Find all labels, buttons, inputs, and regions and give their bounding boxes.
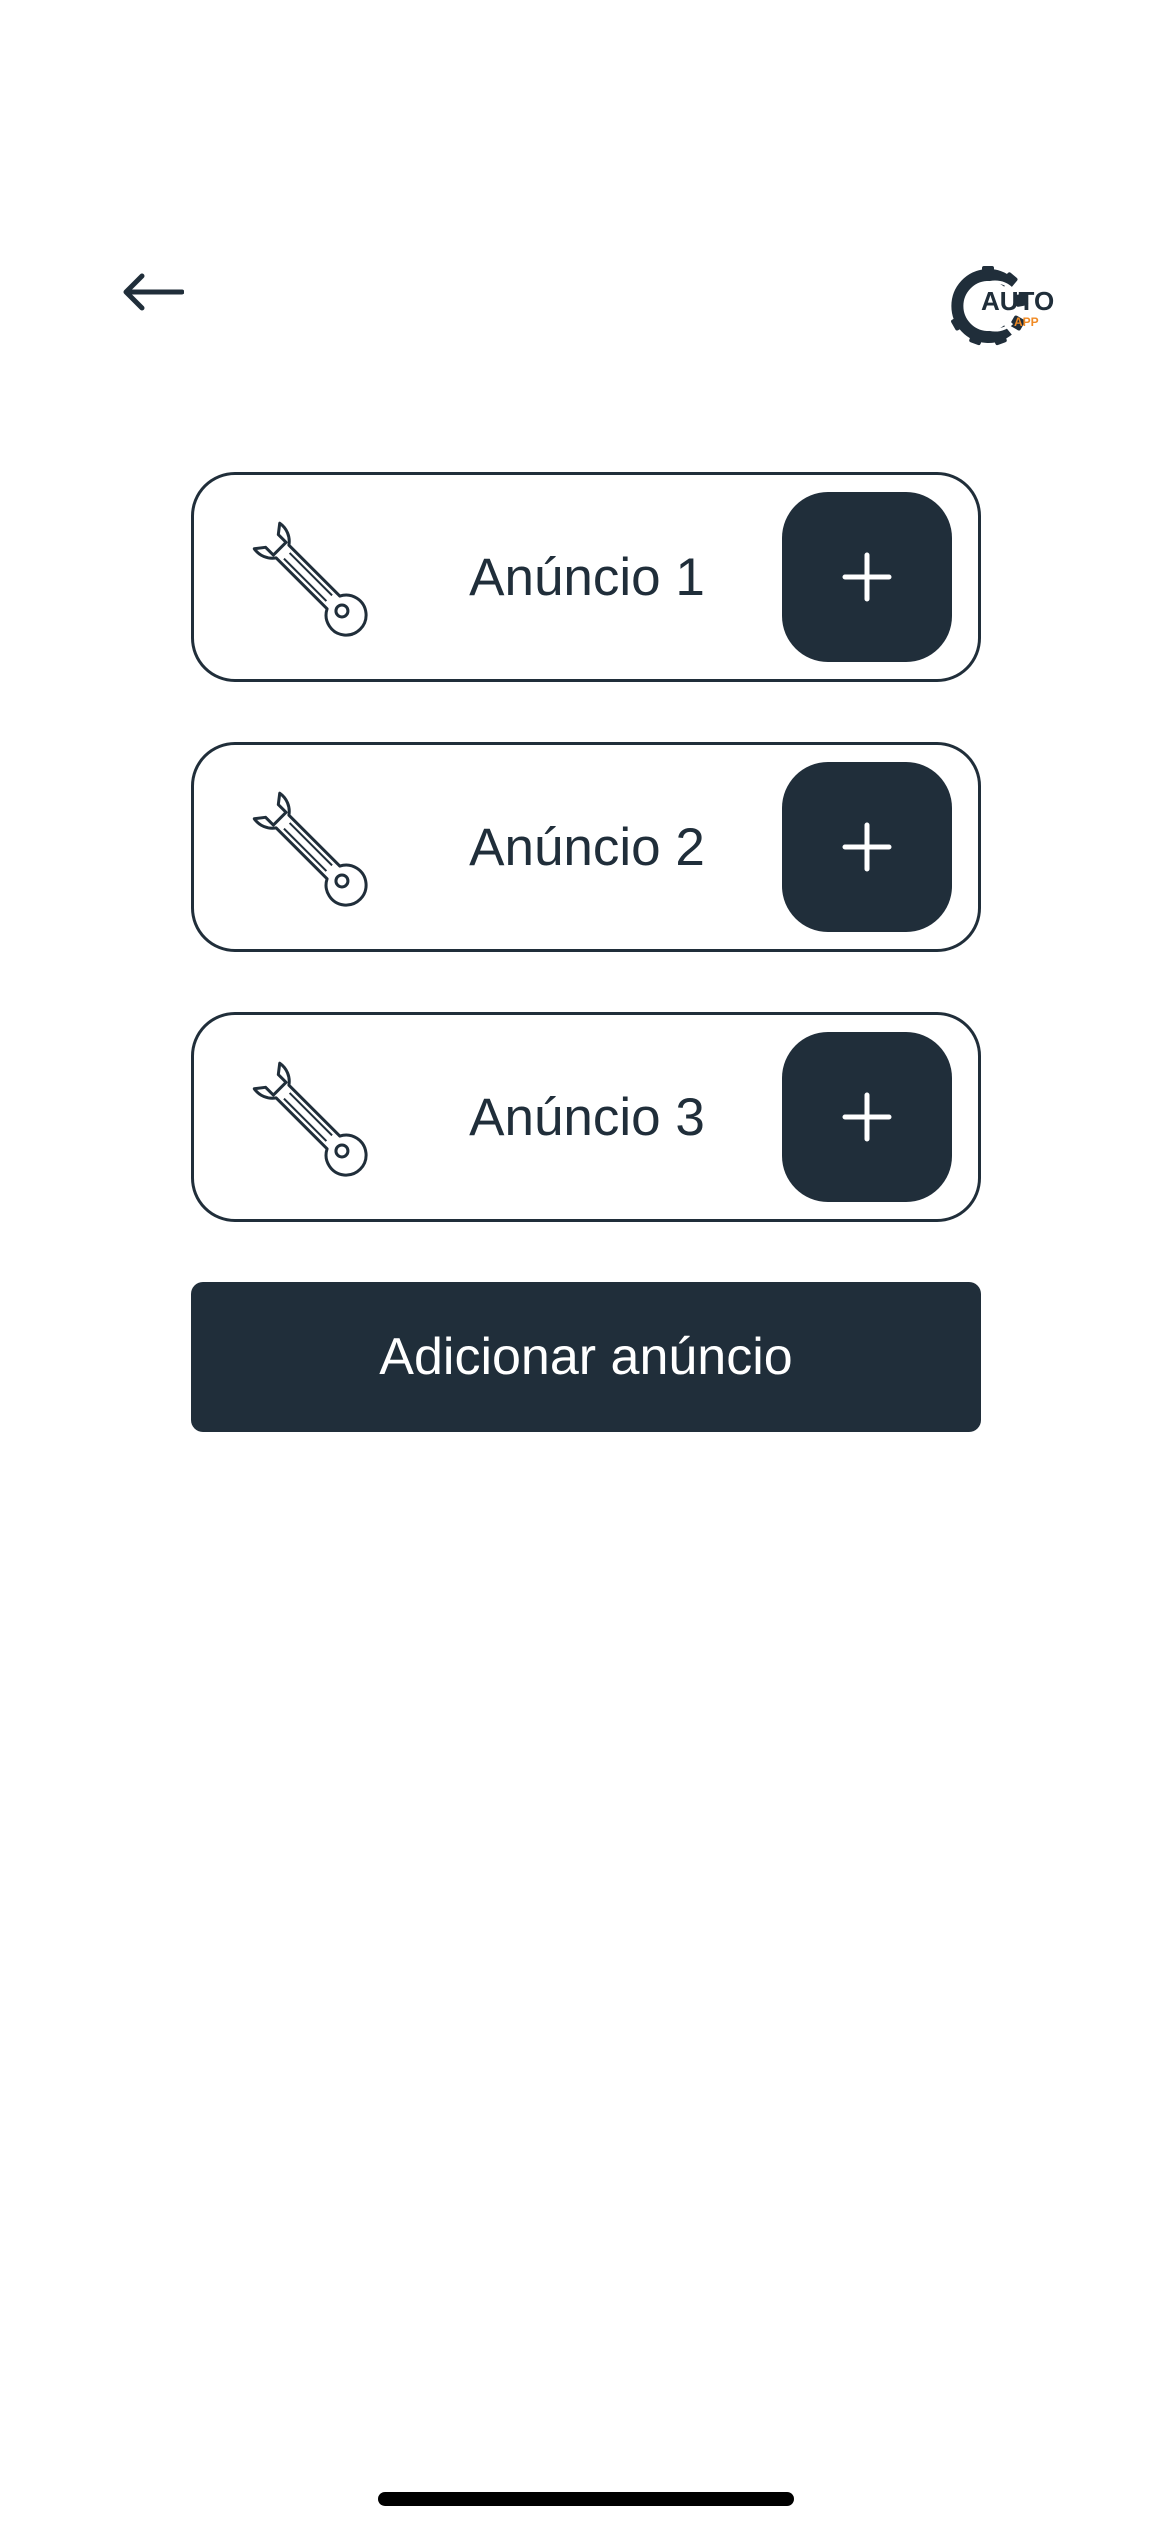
plus-icon	[842, 1092, 892, 1142]
add-button[interactable]	[782, 762, 952, 932]
auto-app-logo: AUTO APP	[948, 264, 1066, 348]
logo-text-app: APP	[1014, 315, 1039, 329]
arrow-left-icon	[123, 273, 184, 311]
ad-label: Anúncio 2	[469, 817, 705, 877]
gear-icon: AUTO APP	[951, 266, 1054, 346]
ads-screen: AUTO APP Anúncio 1 Anúncio 2 Anúncio 3 A…	[0, 0, 1170, 2532]
add-ad-button-label: Adicionar anúncio	[379, 1328, 793, 1386]
ad-list: Anúncio 1 Anúncio 2 Anúncio 3	[191, 472, 981, 1282]
wrench-icon	[252, 1061, 368, 1177]
ad-label: Anúncio 3	[469, 1087, 705, 1147]
ad-card-1[interactable]: Anúncio 1	[191, 472, 981, 682]
add-ad-button[interactable]: Adicionar anúncio	[191, 1282, 981, 1432]
add-button[interactable]	[782, 1032, 952, 1202]
home-indicator[interactable]	[378, 2492, 794, 2506]
plus-icon	[842, 822, 892, 872]
ad-card-3[interactable]: Anúncio 3	[191, 1012, 981, 1222]
wrench-icon	[252, 521, 368, 637]
back-button[interactable]	[112, 262, 192, 322]
wrench-icon	[252, 791, 368, 907]
ad-card-2[interactable]: Anúncio 2	[191, 742, 981, 952]
add-button[interactable]	[782, 492, 952, 662]
logo-text-auto: AUTO	[981, 286, 1054, 316]
plus-icon	[842, 552, 892, 602]
ad-label: Anúncio 1	[469, 547, 705, 607]
